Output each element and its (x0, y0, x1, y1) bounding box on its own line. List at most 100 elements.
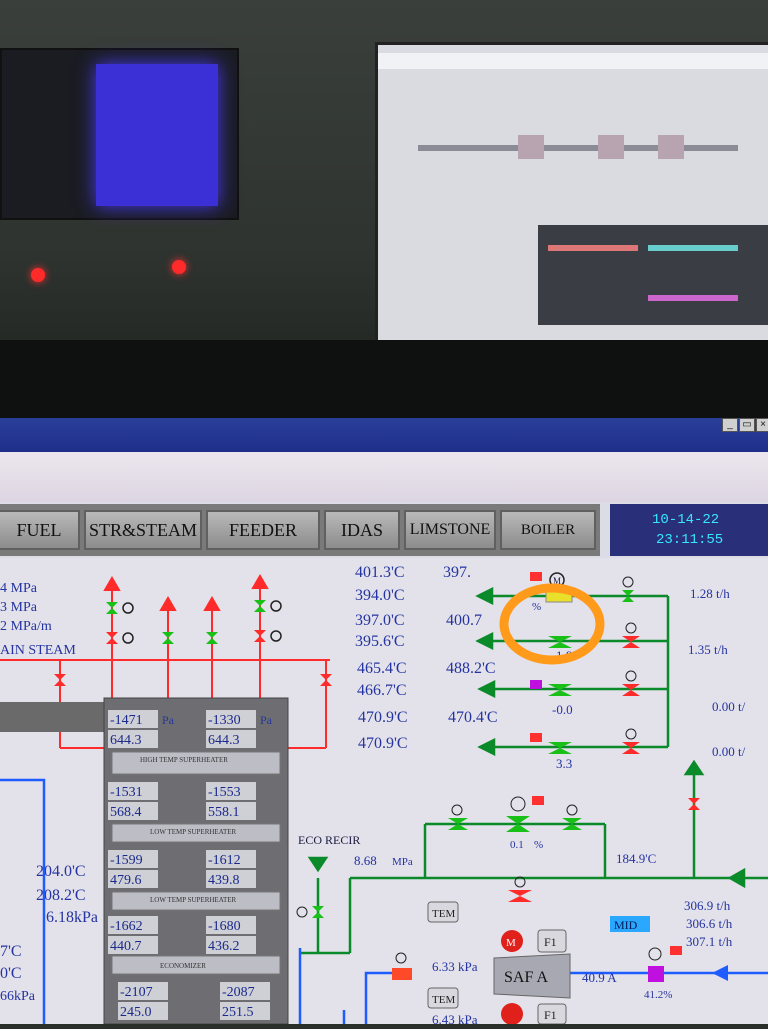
close-button[interactable]: × (756, 418, 768, 432)
left-label-1: 4 MPa (0, 581, 38, 596)
f1-label-1: F1 (544, 935, 557, 949)
desuperheater-2-outlet-temp: 395.6'C (355, 633, 405, 650)
section-5-left-temp: 245.0 (120, 1005, 152, 1020)
section-3-left-pa: -1599 (110, 853, 143, 868)
minimize-button[interactable]: _ (722, 418, 738, 432)
eco-recir-unit: MPa (392, 856, 413, 868)
section-5-left-pa: -2107 (120, 985, 153, 1000)
eco-recir-pressure: 8.68 (354, 853, 377, 868)
section-3-right-temp: 439.8 (208, 873, 240, 888)
steam-vent-valve[interactable] (254, 630, 282, 642)
section-1-left-pa: -1471 (110, 713, 143, 728)
restore-button[interactable]: ▭ (739, 418, 755, 432)
isolation-valve-1[interactable] (622, 576, 634, 602)
saf-b-pressure: 6.43 kPa (432, 1012, 478, 1024)
drain-valve[interactable] (54, 674, 66, 686)
background-monitor-right (375, 42, 768, 344)
left-pressure: 6.18kPa (46, 909, 98, 926)
time-display: 23:11:55 (656, 532, 724, 548)
motor-label: M (506, 937, 516, 949)
left-edge-temp-1: 7'C (0, 943, 22, 960)
process-schematic: 4 MPa 3 MPa 2 MPa/m AIN STEAM 401.3'C 39… (0, 564, 768, 1027)
boiler-process-diagram: 4 MPa 3 MPa 2 MPa/m AIN STEAM 401.3'C 39… (0, 558, 768, 1027)
mid-badge-label: MID (614, 918, 638, 932)
saf-a-current: 40.9 A (582, 970, 617, 985)
monitor-bezel (0, 340, 768, 430)
feedwater-control-valve[interactable] (506, 796, 544, 832)
window-titlebar: _ ▭ × (0, 418, 768, 452)
tab-idas[interactable]: IDAS (324, 510, 400, 550)
alarm-indicator (530, 733, 542, 742)
indicator-lamp-right (172, 260, 186, 274)
tem-label-1: TEM (432, 908, 455, 920)
valve-3-percent: -0.0 (552, 702, 573, 717)
feedwater-valve-percent: 0.1 (510, 839, 524, 851)
section-3-name: LOW TEMP SUPERHEATER (150, 896, 237, 904)
spray-2-flow: 1.35 t/h (688, 642, 728, 657)
tab-str-steam[interactable]: STR&STEAM (84, 510, 202, 550)
header-strip (0, 452, 768, 502)
desuperheater-3-inlet-temp: 465.4'C (357, 660, 407, 677)
feedwater-isolation-valve[interactable] (508, 876, 532, 902)
section-3-left-temp: 479.6 (110, 873, 142, 888)
section-2-left-temp: 568.4 (110, 805, 142, 820)
main-feed-flow-2: 306.6 t/h (686, 916, 733, 931)
valve-1-percent: % (532, 601, 541, 613)
tab-limstone[interactable]: LIMSTONE (404, 510, 496, 550)
eco-recir-valve[interactable] (296, 906, 324, 918)
background-monitor-left-display (96, 64, 218, 206)
safety-valve[interactable] (206, 632, 218, 644)
isolation-valve-3[interactable] (622, 670, 640, 696)
desuperheater-4-mid-temp: 470.4'C (448, 709, 498, 726)
fan-motor-icon[interactable] (501, 1003, 523, 1025)
date-display: 10-14-22 (652, 512, 720, 528)
bypass-valve-right[interactable] (562, 804, 582, 830)
alarm-indicator (530, 680, 542, 689)
desuperheater-4-outlet-temp: 470.9'C (358, 735, 408, 752)
drain-valve[interactable] (320, 674, 332, 686)
saf-a-pressure: 6.33 kPa (432, 959, 478, 974)
tab-feeder[interactable]: FEEDER (206, 510, 320, 550)
section-3-right-pa: -1612 (208, 853, 241, 868)
steam-vent-valve[interactable] (106, 602, 134, 614)
alarm-indicator (530, 572, 542, 581)
feedwater-temp: 184.9'C (616, 851, 656, 866)
desuperheater-1-inlet-temp: 401.3'C (355, 564, 405, 581)
main-monitor: _ ▭ × FUEL OIL STR&STEAM FEEDER IDAS LIM… (0, 418, 768, 1027)
section-1-left-temp: 644.3 (110, 733, 142, 748)
section-5-right-temp: 251.5 (222, 1005, 254, 1020)
steam-vent-valve[interactable] (254, 600, 282, 612)
pa-unit: Pa (260, 713, 273, 727)
tab-boiler-view[interactable]: BOILER VIEW (500, 510, 596, 574)
desuperheater-3-outlet-temp: 466.7'C (357, 682, 407, 699)
spray-1-flow: 1.28 t/h (690, 586, 730, 601)
section-4-name: ECONOMIZER (160, 962, 206, 970)
desuperheater-1-outlet-temp: 394.0'C (355, 587, 405, 604)
desuperheater-1-mid-temp: 397. (443, 564, 471, 581)
safety-valve[interactable] (162, 632, 174, 644)
left-edge-pressure: 66kPa (0, 989, 36, 1004)
section-2-right-temp: 558.1 (208, 805, 240, 820)
steam-vent-valve[interactable] (106, 632, 134, 644)
bypass-valve-left[interactable] (448, 804, 468, 830)
section-1-right-temp: 644.3 (208, 733, 240, 748)
spray-water-valve[interactable] (688, 798, 700, 810)
desuperheater-2-inlet-temp: 397.0'C (355, 612, 405, 629)
air-flow-arrow (712, 965, 728, 981)
section-1-name: HIGH TEMP SUPERHEATER (140, 756, 228, 764)
section-2-left-pa: -1531 (110, 785, 143, 800)
eco-recir-label: ECO RECIR (298, 833, 360, 847)
left-label-4: AIN STEAM (0, 643, 76, 658)
isolation-valve-4[interactable] (622, 728, 640, 754)
damper-valve[interactable] (392, 952, 412, 980)
main-feed-flow-3: 307.1 t/h (686, 934, 733, 949)
spray-4-flow: 0.00 t/ (712, 744, 746, 759)
inlet-damper[interactable] (648, 946, 682, 982)
left-label-2: 3 MPa (0, 600, 38, 615)
pa-unit: Pa (162, 713, 175, 727)
section-4-left-pa: -1662 (110, 919, 143, 934)
indicator-lamp-left (31, 268, 45, 282)
isolation-valve-2[interactable] (622, 622, 640, 648)
desuperheater-3-mid-temp: 488.2'C (446, 660, 496, 677)
tab-fuel-oil[interactable]: FUEL OIL (0, 510, 80, 576)
